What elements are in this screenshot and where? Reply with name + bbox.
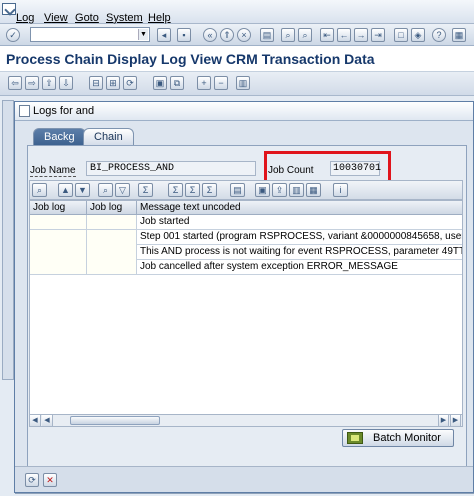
background-frame	[2, 100, 14, 380]
find-icon[interactable]: ⌕	[281, 28, 295, 42]
menu-system[interactable]: System	[106, 12, 143, 24]
scroll-left-icon[interactable]: ◀	[30, 415, 41, 426]
table-cell[interactable]	[87, 215, 137, 230]
arrow-right-icon[interactable]: ⇨	[25, 76, 39, 90]
alv-info-icon[interactable]: i	[333, 183, 348, 197]
command-field[interactable]: ▼	[30, 27, 150, 42]
arrow-down-icon[interactable]: ⇩	[59, 76, 73, 90]
alv-subtotal-3-icon[interactable]: Σ	[202, 183, 217, 197]
monitor-icon	[347, 432, 363, 444]
job-count-highlight	[264, 151, 391, 183]
logs-dialog: Logs for and Backg Chain Job Name BI_PRO…	[14, 101, 474, 493]
alv-layout-icon[interactable]: ▥	[289, 183, 304, 197]
zoom-out-icon[interactable]: −	[214, 76, 228, 90]
save-icon[interactable]: ▪	[177, 28, 191, 42]
exit-icon[interactable]: ⇑	[220, 28, 234, 42]
back-icon[interactable]: «	[203, 28, 217, 42]
scroll-right-step-icon[interactable]: ▶	[438, 415, 449, 426]
refresh-icon[interactable]: ⟳	[123, 76, 137, 90]
alv-sort-desc-icon[interactable]: ▼	[75, 183, 90, 197]
table-cell[interactable]	[30, 230, 87, 275]
table-row[interactable]: Job started	[137, 215, 462, 230]
print-icon[interactable]: ▤	[260, 28, 274, 42]
standard-toolbar: ✓ ▼ ◂ ▪ « ⇑ × ▤ ⌕ ⌕ ⇤ ← → ⇥ □ ◈ ? ▦	[0, 24, 474, 46]
column-header[interactable]: Message text uncoded	[137, 201, 462, 215]
arrow-up-icon[interactable]: ⇧	[42, 76, 56, 90]
title-bar: Process Chain Display Log View CRM Trans…	[0, 46, 474, 72]
table-cell[interactable]	[87, 230, 137, 275]
expand-icon[interactable]: ⊞	[106, 76, 120, 90]
menu-help[interactable]: Help	[148, 12, 171, 24]
next-page-icon[interactable]: →	[354, 28, 368, 42]
tab-backg[interactable]: Backg	[33, 128, 86, 145]
batch-monitor-button[interactable]: Batch Monitor	[342, 429, 454, 447]
alv-subtotal-icon[interactable]: Σ	[168, 183, 183, 197]
help-icon[interactable]: ?	[432, 28, 446, 42]
last-page-icon[interactable]: ⇥	[371, 28, 385, 42]
table-row[interactable]: This AND process is not waiting for even…	[137, 245, 462, 260]
log-grid[interactable]: Job log Job log Message text uncoded Job…	[29, 200, 463, 418]
copy-icon[interactable]: ⧉	[170, 76, 184, 90]
alv-subtotal-2-icon[interactable]: Σ	[185, 183, 200, 197]
batch-monitor-label: Batch Monitor	[373, 432, 441, 444]
table-row[interactable]: Job cancelled after system exception ERR…	[137, 260, 462, 275]
alv-grid-icon[interactable]: ▦	[306, 183, 321, 197]
alv-toolbar: ⌕ ▲ ▼ ⌕ ▽ Σ Σ Σ Σ ▤ ▣ ⇪ ▥ ▦ i	[29, 180, 463, 200]
dialog-title: Logs for and	[33, 105, 95, 117]
scroll-thumb[interactable]	[70, 416, 160, 425]
alv-print-icon[interactable]: ▤	[230, 183, 245, 197]
menu-log[interactable]: Log	[16, 12, 34, 24]
cancel-icon[interactable]: ×	[237, 28, 251, 42]
dialog-footer: ⟳ ✕	[15, 466, 473, 492]
document-icon	[19, 105, 30, 117]
customize-icon[interactable]: ▦	[452, 28, 466, 42]
first-page-icon[interactable]: ⇤	[320, 28, 334, 42]
alv-export-icon[interactable]: ⇪	[272, 183, 287, 197]
layout-icon[interactable]: ▥	[236, 76, 250, 90]
refresh-icon[interactable]: ⟳	[25, 473, 39, 487]
detail-icon[interactable]: ▣	[153, 76, 167, 90]
check-icon[interactable]: ✓	[6, 28, 20, 42]
application-toolbar: ⇦ ⇨ ⇧ ⇩ ⊟ ⊞ ⟳ ▣ ⧉ + − ▥	[0, 72, 474, 96]
alv-details-icon[interactable]: ⌕	[32, 183, 47, 197]
find-next-icon[interactable]: ⌕	[298, 28, 312, 42]
command-dropdown-icon[interactable]: ▼	[138, 29, 148, 40]
table-row[interactable]: Step 001 started (program RSPROCESS, var…	[137, 230, 462, 245]
alv-sort-asc-icon[interactable]: ▲	[58, 183, 73, 197]
dialog-titlebar: Logs for and	[15, 102, 473, 121]
scroll-right-icon[interactable]: ▶	[450, 415, 461, 426]
alv-find-icon[interactable]: ⌕	[98, 183, 113, 197]
history-back-icon[interactable]: ◂	[157, 28, 171, 42]
page-title: Process Chain Display Log View CRM Trans…	[6, 51, 375, 67]
scroll-left-step-icon[interactable]: ◀	[42, 415, 53, 426]
alv-filter-icon[interactable]: ▽	[115, 183, 130, 197]
tab-chain[interactable]: Chain	[83, 128, 134, 145]
close-icon[interactable]: ✕	[43, 473, 57, 487]
collapse-icon[interactable]: ⊟	[89, 76, 103, 90]
previous-page-icon[interactable]: ←	[337, 28, 351, 42]
table-cell[interactable]	[30, 215, 87, 230]
new-session-icon[interactable]: □	[394, 28, 408, 42]
column-header[interactable]: Job log	[87, 201, 137, 215]
job-name-label: Job Name	[30, 165, 76, 177]
job-name-field[interactable]: BI_PROCESS_AND	[86, 161, 256, 176]
alv-total-icon[interactable]: Σ	[138, 183, 153, 197]
zoom-in-icon[interactable]: +	[197, 76, 211, 90]
horizontal-scrollbar[interactable]: ◀ ◀ ▶ ▶	[29, 414, 463, 427]
column-header[interactable]: Job log	[30, 201, 87, 215]
shortcut-icon[interactable]: ◈	[411, 28, 425, 42]
arrow-left-icon[interactable]: ⇦	[8, 76, 22, 90]
sap-menu-icon[interactable]	[2, 3, 16, 15]
menu-goto[interactable]: Goto	[75, 12, 99, 24]
menu-bar: Log View Goto System Help	[0, 0, 474, 24]
menu-view[interactable]: View	[44, 12, 68, 24]
alv-views-icon[interactable]: ▣	[255, 183, 270, 197]
